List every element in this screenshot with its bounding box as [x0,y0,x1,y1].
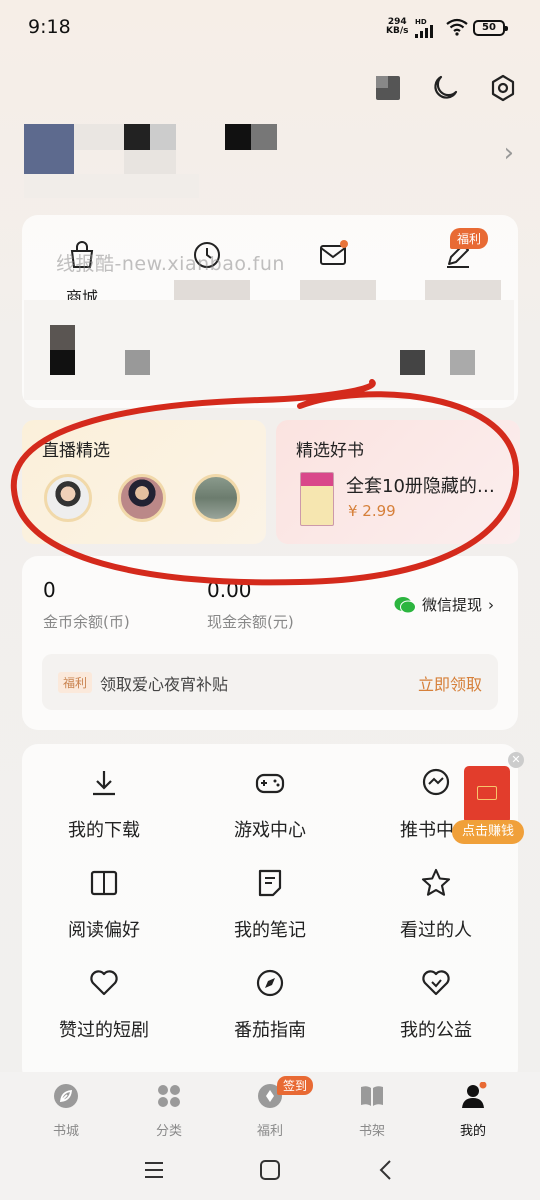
nav-me[interactable]: 我的 [433,1081,513,1139]
floating-red-packet[interactable]: ✕ 点击赚钱 [452,752,524,848]
streamer-avatar[interactable] [118,474,166,522]
book-cover [300,472,334,526]
coin-balance[interactable]: 0 [43,578,56,602]
grid-item-reading-preference[interactable]: 阅读偏好 [34,868,174,942]
scan-icon[interactable] [374,73,404,103]
wechat-withdraw-button[interactable]: 微信提现 › [394,594,494,615]
grid-item-game-center[interactable]: 游戏中心 [200,768,340,842]
nav-bookstore[interactable]: 书城 [26,1082,106,1139]
grid-item-guide[interactable]: 番茄指南 [200,968,340,1042]
grid-item-viewers[interactable]: 看过的人 [366,868,506,942]
coin-balance-label: 金币余额(币) [43,613,130,631]
welfare-text: 领取爱心夜宵补贴 [100,675,229,694]
streamer-avatar[interactable] [192,474,240,522]
red-packet-icon [464,766,510,824]
charity-heart-icon [422,970,450,996]
watermark: 线报酷-new.xianbao.fun [56,253,285,275]
profile-chevron-icon[interactable]: › [504,138,514,168]
grid-item-charity[interactable]: 我的公益 [366,968,506,1042]
home-icon[interactable] [259,1159,281,1181]
grid-item-downloads[interactable]: 我的下载 [34,768,174,842]
moon-icon[interactable] [430,73,460,103]
signal-icon [415,24,439,38]
leaf-icon [54,1084,78,1108]
back-icon[interactable] [376,1159,396,1181]
cash-balance-label: 现金余额(元) [207,613,294,631]
bottom-nav: 书城 分类 福利 签到 书架 我的 [0,1072,540,1142]
avatar [24,124,74,174]
book-name: 全套10册隐藏的… [346,476,495,497]
sign-in-badge: 签到 [277,1076,314,1095]
cash-balance[interactable]: 0.00 [207,578,252,602]
welfare-badge: 福利 [450,228,489,249]
grid-item-my-notes[interactable]: 我的笔记 [200,868,340,942]
featured-book-title: 精选好书 [296,441,364,461]
streamer-avatar[interactable] [44,474,92,522]
star-icon [421,868,451,896]
claim-now-button[interactable]: 立即领取 [418,671,482,695]
book-price: ¥ 2.99 [348,502,396,520]
welfare-row[interactable]: 福利 领取爱心夜宵补贴 立即领取 [42,654,498,710]
live-picks-title: 直播精选 [42,441,110,461]
menu-icon[interactable] [143,1160,165,1180]
live-picks-card[interactable]: 直播精选 [22,420,266,544]
featured-book-card[interactable]: 精选好书 全套10册隐藏的… ¥ 2.99 [276,420,520,544]
note-icon [258,869,282,897]
chevron-right-icon: › [488,595,495,614]
battery-icon: 50 [473,20,508,36]
system-nav-bar [0,1142,540,1200]
status-time: 9:18 [28,16,71,38]
settings-icon[interactable] [488,73,518,103]
mail-icon [320,240,348,265]
close-icon[interactable]: ✕ [508,752,524,768]
bookshelf-icon [361,1086,383,1106]
grid-item-liked-shorts[interactable]: 赞过的短剧 [34,968,174,1042]
book-open-icon [90,870,118,896]
nav-category[interactable]: 分类 [129,1082,209,1139]
gamepad-icon [255,773,285,794]
download-icon [93,771,115,796]
compass-icon [256,969,284,997]
grid-dots-icon [158,1085,180,1107]
network-speed: 294 KB/s [386,17,409,36]
heart-icon [90,970,118,996]
wechat-icon [394,596,416,613]
welfare-tag: 福利 [58,672,93,693]
status-bar: 9:18 294 KB/s HD 50 [0,0,540,56]
wifi-icon [446,18,468,36]
person-icon [462,1081,487,1108]
chat-icon [422,768,450,796]
nav-bookshelf[interactable]: 书架 [332,1082,412,1139]
earn-button[interactable]: 点击赚钱 [452,820,524,844]
